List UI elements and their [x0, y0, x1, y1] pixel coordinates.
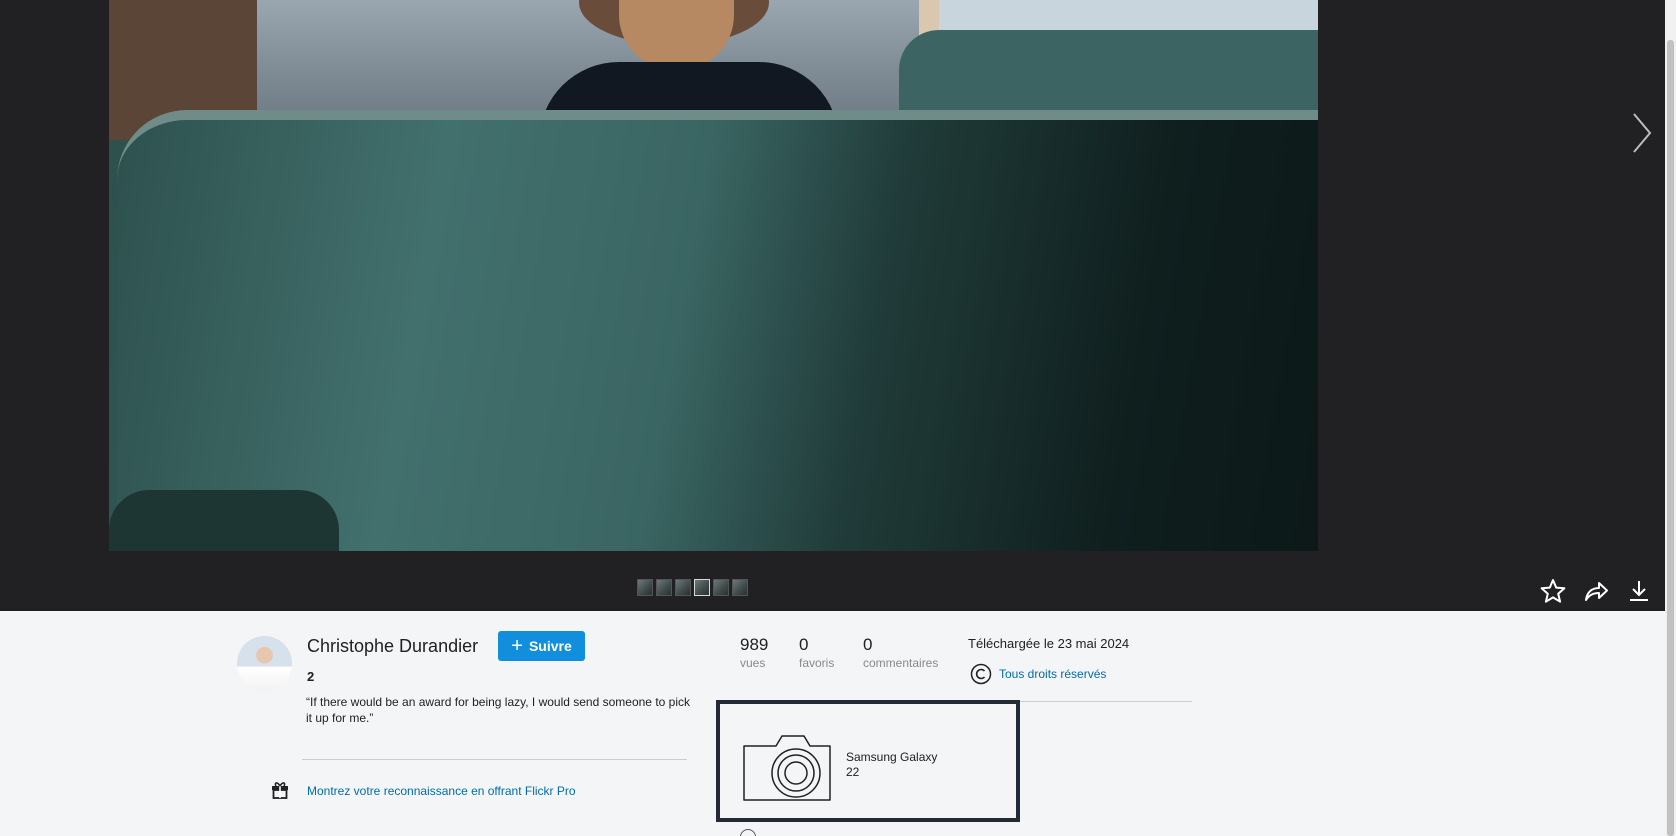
share-button[interactable]: [1583, 578, 1609, 604]
main-photo[interactable]: [109, 0, 1318, 551]
plus-icon: +: [511, 635, 523, 657]
filmstrip-thumb[interactable]: [732, 579, 748, 596]
filmstrip: [637, 579, 748, 596]
author-avatar[interactable]: [237, 636, 292, 691]
divider: [302, 759, 687, 760]
copyright-icon: [970, 663, 992, 685]
scrollbar-thumb[interactable]: [1667, 40, 1674, 836]
camera-name: Samsung Galaxy 22: [846, 750, 966, 780]
download-icon: [1630, 581, 1648, 601]
flickr-pro-gift-link[interactable]: Montrez votre reconnaissance en offrant …: [307, 784, 576, 798]
stat-comments-value: 0: [863, 635, 873, 654]
share-arrow-icon: [1585, 582, 1608, 601]
stat-comments-label: commentaires: [863, 656, 939, 670]
follow-button-label: Suivre: [528, 638, 572, 654]
stat-faves: 0 favoris: [799, 635, 834, 670]
author-photo-count: 2: [307, 669, 315, 684]
filmstrip-thumb[interactable]: [656, 579, 672, 596]
filmstrip-thumb[interactable]: [713, 579, 729, 596]
stat-faves-label: favoris: [799, 656, 835, 670]
filmstrip-thumb[interactable]: [637, 579, 653, 596]
photo-person-hair: [619, 0, 734, 70]
photo-front-seat: [117, 110, 1318, 551]
download-button[interactable]: [1626, 578, 1652, 604]
stat-faves-value: 0: [799, 635, 809, 654]
stat-views: 989 vues: [740, 635, 768, 670]
stat-comments: 0 commentaires: [863, 635, 938, 670]
camera-icon: [742, 734, 832, 802]
upload-date: Téléchargée le 23 mai 2024: [968, 636, 1130, 651]
star-icon: [1540, 579, 1566, 603]
camera-info-card[interactable]: Samsung Galaxy 22: [716, 700, 1020, 822]
stat-views-value: 989: [740, 635, 769, 654]
photo-actions: [1540, 578, 1652, 604]
license-link[interactable]: Tous droits réservés: [999, 667, 1106, 681]
page-scrollbar[interactable]: [1665, 0, 1676, 836]
camera-name-line2: 22: [846, 765, 860, 779]
filmstrip-thumb-active[interactable]: [694, 579, 710, 596]
chevron-right-icon: [1633, 113, 1652, 153]
gift-icon: [270, 779, 290, 799]
filmstrip-thumb[interactable]: [675, 579, 691, 596]
author-quote: “If there would be an award for being la…: [306, 695, 690, 725]
stat-views-label: vues: [740, 656, 766, 670]
info-icon: [740, 829, 756, 836]
photo-seat-edge: [109, 490, 339, 551]
next-photo-button[interactable]: [1630, 112, 1654, 154]
follow-button[interactable]: + Suivre: [498, 631, 585, 661]
favorite-button[interactable]: [1540, 578, 1566, 604]
camera-name-line1: Samsung Galaxy: [846, 750, 938, 764]
author-name[interactable]: Christophe Durandier: [307, 636, 478, 657]
photo-viewer: [0, 0, 1665, 611]
